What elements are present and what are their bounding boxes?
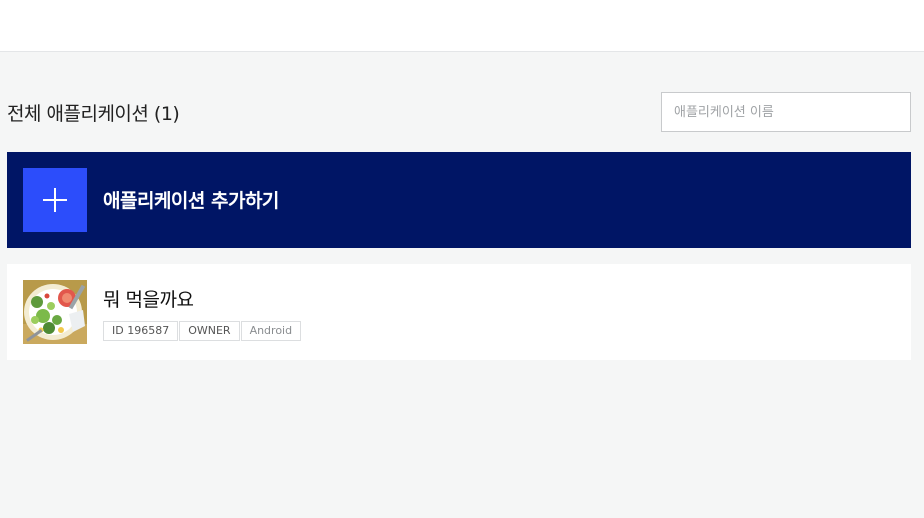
app-card[interactable]: 뭐 먹을까요 ID 196587 OWNER Android (7, 264, 911, 360)
add-application-label: 애플리케이션 추가하기 (103, 190, 279, 212)
app-platform-badge: Android (240, 321, 302, 341)
search-input[interactable] (661, 92, 911, 132)
app-tags: ID 196587 OWNER Android (103, 321, 302, 341)
top-header (0, 0, 924, 52)
app-name: 뭐 먹을까요 (103, 289, 194, 311)
add-application-button[interactable]: 애플리케이션 추가하기 (7, 152, 911, 248)
app-thumbnail (23, 280, 87, 344)
app-role-badge: OWNER (179, 321, 240, 341)
app-id-badge: ID 196587 (103, 321, 179, 341)
page-title: 전체 애플리케이션 (1) (7, 103, 180, 125)
plus-icon (23, 168, 87, 232)
